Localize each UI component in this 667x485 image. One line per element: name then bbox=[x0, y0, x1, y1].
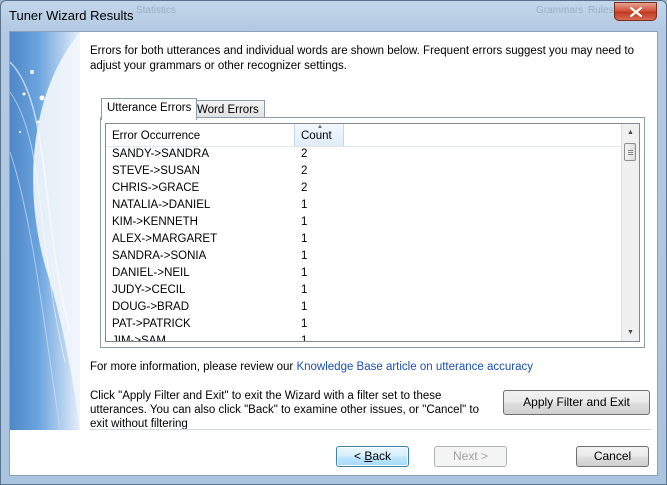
separator bbox=[90, 429, 651, 430]
cell-error-occurrence: NATALIA->DANIEL bbox=[112, 199, 211, 211]
column-header-count-label: Count bbox=[301, 130, 332, 142]
cell-error-occurrence: SANDY->SANDRA bbox=[112, 148, 210, 160]
table-row[interactable]: CHRIS->GRACE 2 bbox=[106, 181, 624, 198]
table-row[interactable]: SANDY->SANDRA 2 bbox=[106, 147, 624, 164]
error-list[interactable]: Error Occurrence ▲ Count SANDY->SANDRA 2 S… bbox=[105, 123, 640, 342]
window-title: Tuner Wizard Results bbox=[9, 8, 134, 23]
knowledge-base-link[interactable]: Knowledge Base article on utterance accu… bbox=[296, 361, 533, 373]
cell-error-occurrence: ALEX->MARGARET bbox=[112, 233, 218, 245]
more-info-text: For more information, please review our … bbox=[90, 361, 533, 373]
cell-count: 1 bbox=[301, 233, 308, 245]
tab-utterance-errors[interactable]: Utterance Errors bbox=[101, 98, 198, 120]
cell-error-occurrence: JIM->SAM bbox=[112, 335, 166, 342]
intro-text: Errors for both utterances and individua… bbox=[90, 45, 634, 72]
back-button-rest: ack bbox=[372, 449, 392, 463]
cell-count: 2 bbox=[301, 165, 308, 177]
close-icon bbox=[630, 7, 642, 17]
table-row[interactable]: STEVE->SUSAN 2 bbox=[106, 164, 624, 181]
vertical-scrollbar[interactable]: ▲ ▼ bbox=[621, 124, 639, 341]
title-bar[interactable]: Tuner Wizard Results Statistics Grammars… bbox=[1, 1, 666, 31]
cell-error-occurrence: DOUG->BRAD bbox=[112, 301, 189, 313]
wizard-window: Tuner Wizard Results Statistics Grammars… bbox=[0, 0, 667, 485]
cell-count: 1 bbox=[301, 250, 308, 262]
tab-panel: Error Occurrence ▲ Count SANDY->SANDRA 2 S… bbox=[100, 117, 645, 348]
scroll-down-icon[interactable]: ▼ bbox=[622, 324, 639, 341]
table-row[interactable]: PAT->PATRICK 1 bbox=[106, 317, 624, 334]
back-button-prefix: < bbox=[353, 449, 365, 463]
cell-error-occurrence: JUDY->CECIL bbox=[112, 284, 186, 296]
list-rows: SANDY->SANDRA 2 STEVE->SUSAN 2 CHRIS->GRACE 2… bbox=[106, 147, 624, 342]
cell-error-occurrence: DANIEL->NEIL bbox=[112, 267, 190, 279]
table-row[interactable]: ALEX->MARGARET 1 bbox=[106, 232, 624, 249]
wizard-banner-image bbox=[10, 32, 80, 430]
cell-count: 1 bbox=[301, 335, 308, 342]
cell-count: 1 bbox=[301, 301, 308, 313]
cell-count: 1 bbox=[301, 284, 308, 296]
table-row[interactable]: SANDRA->SONIA 1 bbox=[106, 249, 624, 266]
scroll-up-icon[interactable]: ▲ bbox=[622, 124, 639, 141]
more-info-prefix: For more information, please review our bbox=[90, 361, 297, 373]
column-header-error-occurrence[interactable]: Error Occurrence bbox=[106, 124, 295, 146]
cell-count: 2 bbox=[301, 148, 308, 160]
cell-error-occurrence: CHRIS->GRACE bbox=[112, 182, 200, 194]
close-button[interactable] bbox=[614, 2, 657, 21]
cell-count: 1 bbox=[301, 216, 308, 228]
cell-count: 1 bbox=[301, 267, 308, 279]
sort-up-icon: ▲ bbox=[317, 124, 323, 130]
cell-count: 2 bbox=[301, 182, 308, 194]
list-header: Error Occurrence ▲ Count bbox=[106, 124, 624, 147]
table-row[interactable]: JIM->SAM 1 bbox=[106, 334, 624, 342]
instructions-text: Click "Apply Filter and Exit" to exit th… bbox=[90, 390, 480, 430]
table-row[interactable]: DOUG->BRAD 1 bbox=[106, 300, 624, 317]
cell-error-occurrence: SANDRA->SONIA bbox=[112, 250, 207, 262]
table-row[interactable]: JUDY->CECIL 1 bbox=[106, 283, 624, 300]
background-window-text: Statistics bbox=[136, 5, 177, 16]
back-button[interactable]: < Back bbox=[336, 446, 409, 467]
cell-error-occurrence: KIM->KENNETH bbox=[112, 216, 198, 228]
cancel-button[interactable]: Cancel bbox=[576, 446, 649, 467]
cell-error-occurrence: PAT->PATRICK bbox=[112, 318, 191, 330]
background-window-text: Grammars bbox=[536, 5, 584, 16]
cell-count: 1 bbox=[301, 199, 308, 211]
table-row[interactable]: NATALIA->DANIEL 1 bbox=[106, 198, 624, 215]
wizard-client-area: Errors for both utterances and individua… bbox=[9, 31, 658, 476]
scroll-thumb[interactable] bbox=[624, 143, 636, 161]
column-header-count[interactable]: ▲ Count bbox=[294, 124, 344, 146]
table-row[interactable]: KIM->KENNETH 1 bbox=[106, 215, 624, 232]
cell-count: 1 bbox=[301, 318, 308, 330]
cell-error-occurrence: STEVE->SUSAN bbox=[112, 165, 200, 177]
next-button[interactable]: Next > bbox=[434, 446, 507, 467]
table-row[interactable]: DANIEL->NEIL 1 bbox=[106, 266, 624, 283]
apply-filter-and-exit-button[interactable]: Apply Filter and Exit bbox=[503, 390, 650, 415]
background-window-text: Rules bbox=[588, 5, 614, 16]
